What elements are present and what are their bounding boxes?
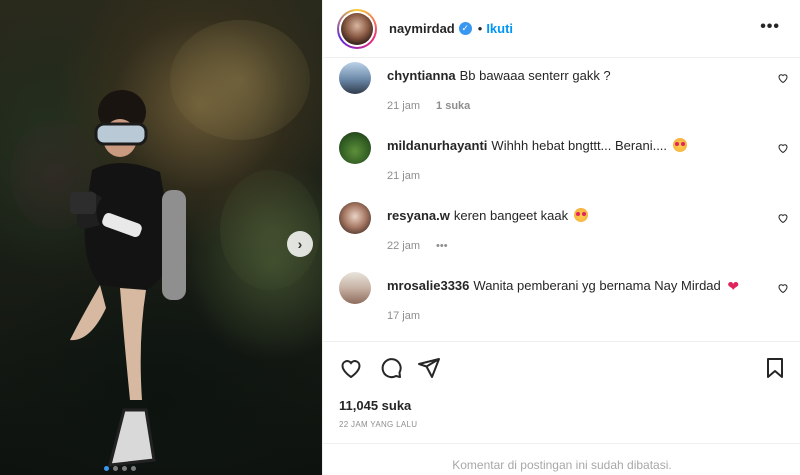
more-options-icon[interactable]: ••• <box>760 18 780 36</box>
commenter-avatar[interactable] <box>339 62 371 94</box>
comment-time[interactable]: 22 jam <box>387 240 420 252</box>
comment-item: mrosalie3336 Wanita pemberani yg bernama … <box>339 272 789 332</box>
comment-time[interactable]: 17 jam <box>387 310 420 322</box>
commenter-avatar[interactable] <box>339 132 371 164</box>
like-heart-icon[interactable] <box>339 356 363 380</box>
comment-item: mildanurhayanti Wihhh hebat bngttt... Ber… <box>339 132 789 192</box>
post-timestamp[interactable]: 22 JAM YANG LALU <box>339 420 417 429</box>
comments-closed-notice: Komentar di postingan ini sudah dibatasi… <box>323 443 800 475</box>
author-username[interactable]: naymirdad <box>389 21 455 36</box>
carousel-dots <box>104 466 136 471</box>
next-photo-button[interactable]: › <box>287 231 313 257</box>
avatar[interactable] <box>337 8 377 49</box>
comment-username[interactable]: mrosalie3336 <box>387 278 469 293</box>
comments-list: chyntianna Bb bawaaa senterr gakk ? 21 ja… <box>323 58 800 341</box>
bookmark-icon[interactable] <box>763 356 787 380</box>
comment-time[interactable]: 21 jam <box>387 100 420 112</box>
comment-text: Bb bawaaa senterr gakk ? <box>459 68 611 83</box>
diver-figure <box>70 90 186 467</box>
share-icon[interactable] <box>417 356 441 380</box>
heart-icon[interactable] <box>777 142 789 154</box>
commenter-avatar[interactable] <box>339 272 371 304</box>
comment-item: resyana.w keren bangeet kaak 22 jam ••• <box>339 202 789 262</box>
comment-username[interactable]: resyana.w <box>387 208 450 223</box>
carousel-dot <box>122 466 127 471</box>
comment-item: chyntianna Bb bawaaa senterr gakk ? 21 ja… <box>339 62 789 122</box>
heart-icon[interactable] <box>777 282 789 294</box>
follow-button[interactable]: Ikuti <box>486 21 513 36</box>
like-count[interactable]: 11,045 suka <box>339 398 411 413</box>
comment-icon[interactable] <box>379 356 403 380</box>
star-struck-emoji-icon <box>573 208 588 222</box>
star-struck-emoji-icon <box>672 138 687 152</box>
comment-options-icon[interactable]: ••• <box>436 240 448 252</box>
avatar-image <box>341 12 373 45</box>
chevron-right-icon: › <box>297 236 303 252</box>
post-actions: 11,045 suka 22 JAM YANG LALU Komentar di… <box>323 341 800 475</box>
separator-dot: • <box>477 21 483 36</box>
heart-icon[interactable] <box>777 212 789 224</box>
red-heart-emoji-icon: ❤ <box>727 278 740 294</box>
comment-text: Wihhh hebat bngttt... Berani.... <box>491 138 668 153</box>
carousel-dot <box>113 466 118 471</box>
post-sidebar: naymirdad ✓ • Ikuti ••• chyntianna Bb baw… <box>322 0 800 475</box>
comment-text: Wanita pemberani yg bernama Nay Mirdad <box>473 278 721 293</box>
comment-username[interactable]: chyntianna <box>387 68 456 83</box>
commenter-avatar[interactable] <box>339 202 371 234</box>
comment-username[interactable]: mildanurhayanti <box>387 138 487 153</box>
heart-icon[interactable] <box>777 72 789 84</box>
comment-likes[interactable]: 1 suka <box>436 100 470 112</box>
post-header: naymirdad ✓ • Ikuti ••• <box>323 0 800 58</box>
comment-text: keren bangeet kaak <box>453 208 569 223</box>
post-photo[interactable]: › <box>0 0 322 475</box>
carousel-dot <box>131 466 136 471</box>
comment-time[interactable]: 21 jam <box>387 170 420 182</box>
carousel-dot <box>104 466 109 471</box>
verified-badge-icon: ✓ <box>458 22 472 35</box>
coral-texture <box>220 170 320 290</box>
